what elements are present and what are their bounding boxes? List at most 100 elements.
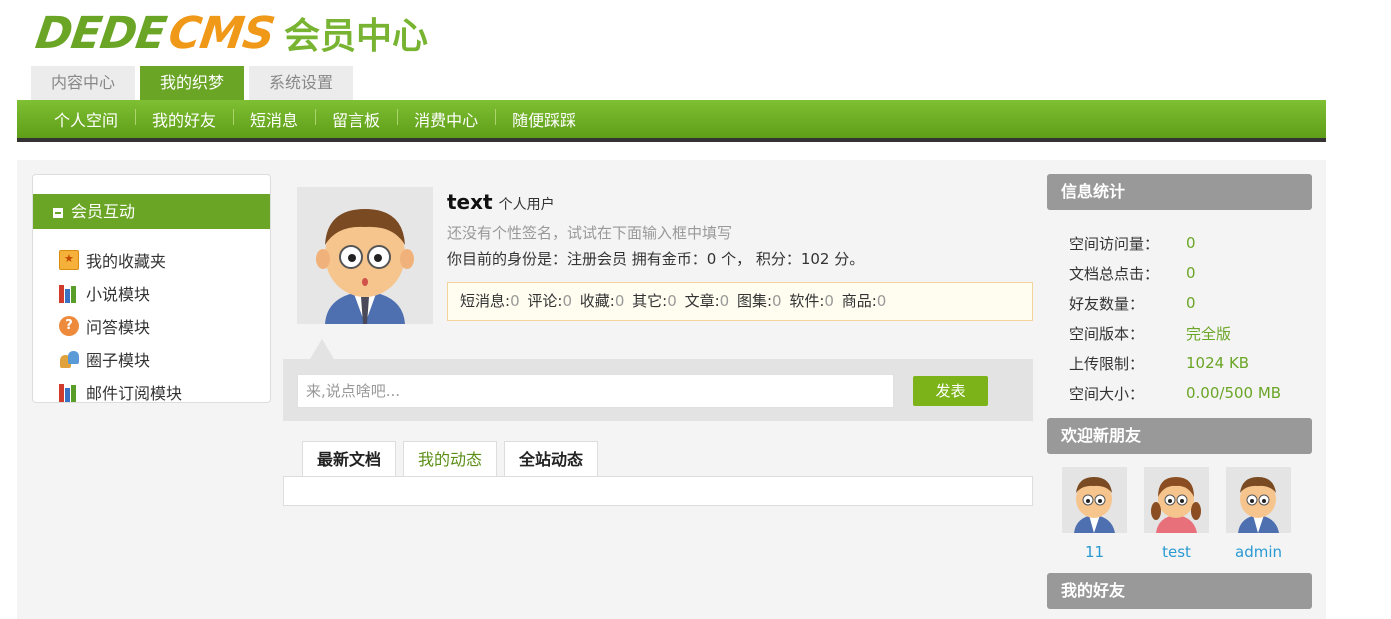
- nav-personal-space[interactable]: 个人空间: [37, 107, 135, 131]
- sidebar-item-novel[interactable]: 小说模块: [59, 276, 182, 309]
- books-icon: [59, 283, 79, 303]
- user-stats: 短消息:0 评论:0 收藏:0 其它:0 文章:0 图集:0 软件:0 商品:0: [447, 282, 1033, 321]
- tab-latest-docs[interactable]: 最新文档: [302, 441, 397, 477]
- books-icon: [59, 382, 79, 402]
- stat-value[interactable]: 0: [510, 292, 520, 310]
- tab-content-center[interactable]: 内容中心: [31, 66, 136, 100]
- friend-name[interactable]: 11: [1062, 543, 1127, 561]
- user-avatar[interactable]: [297, 187, 433, 324]
- post-submit-button[interactable]: 发表: [913, 376, 988, 406]
- username[interactable]: text: [447, 190, 493, 214]
- user-signature: 还没有个性签名，试试在下面输入框中填写: [447, 224, 733, 242]
- info-key: 好友数量：: [1069, 294, 1145, 313]
- info-row: 好友数量： 0: [1069, 288, 1281, 318]
- favorites-folder-icon: [59, 249, 79, 270]
- stat-value[interactable]: 0: [877, 292, 887, 310]
- nav-consume-center[interactable]: 消费中心: [397, 107, 495, 131]
- tab-site-activity[interactable]: 全站动态: [504, 441, 599, 477]
- logo-cms-text: CMS: [165, 7, 278, 59]
- stat-value[interactable]: 0: [824, 292, 834, 310]
- feed-tabs: 最新文档 我的动态 全站动态: [302, 441, 599, 477]
- info-row: 空间大小： 0.00/500 MB: [1069, 378, 1281, 408]
- sidebar-item-label: 邮件订阅模块: [86, 383, 183, 403]
- feed-content: [283, 476, 1033, 506]
- friend-avatar[interactable]: [1144, 467, 1209, 533]
- friend-card[interactable]: test: [1144, 467, 1209, 561]
- info-key: 空间版本：: [1069, 324, 1145, 343]
- tab-system-settings[interactable]: 系统设置: [249, 66, 354, 100]
- info-stats-list: 空间访问量： 0 文档总点击： 0 好友数量： 0 空间版本： 完全版 上传限制： 102…: [1069, 228, 1281, 408]
- nav-messages[interactable]: 短消息: [233, 107, 315, 131]
- sidebar-item-group[interactable]: 圈子模块: [59, 342, 182, 375]
- sidebar-item-mail-subscribe[interactable]: 邮件订阅模块: [59, 375, 182, 408]
- nav-guestbook[interactable]: 留言板: [315, 107, 397, 131]
- sidebar-header[interactable]: 会员互动: [33, 194, 270, 229]
- stat-label: 软件:: [789, 292, 825, 310]
- user-type: 个人用户: [498, 197, 555, 213]
- stat-label: 短消息:: [460, 292, 511, 310]
- nav-browse-random[interactable]: 随便踩踩: [495, 107, 593, 131]
- sidebar-item-favorites[interactable]: 我的收藏夹: [59, 243, 182, 276]
- info-key: 上传限制：: [1069, 354, 1145, 373]
- stat-value[interactable]: 0: [772, 292, 782, 310]
- main-navbar: 个人空间 我的好友 短消息 留言板 消费中心 随便踩踩: [17, 100, 1326, 142]
- tab-my-activity[interactable]: 我的动态: [403, 441, 498, 477]
- stat-label: 商品:: [841, 292, 877, 310]
- sidebar-item-label: 圈子模块: [86, 350, 151, 370]
- sidebar-item-label: 问答模块: [86, 317, 151, 337]
- sidebar-item-label: 我的收藏夹: [86, 251, 167, 271]
- sidebar-item-label: 小说模块: [86, 284, 151, 304]
- info-value: 0: [1186, 234, 1196, 252]
- logo-dede-text: DEDE: [32, 7, 169, 59]
- stat-label: 评论:: [527, 292, 563, 310]
- stat-value[interactable]: 0: [615, 292, 625, 310]
- friend-avatar[interactable]: [1062, 467, 1127, 533]
- logo-member-center-text: 会员中心: [283, 16, 428, 57]
- friend-card[interactable]: 11: [1062, 467, 1127, 561]
- tab-my-dede[interactable]: 我的织梦: [140, 66, 245, 100]
- info-row: 文档总点击： 0: [1069, 258, 1281, 288]
- stat-value[interactable]: 0: [562, 292, 572, 310]
- post-area: 来,说点啥吧... 发表: [283, 339, 1033, 421]
- site-logo[interactable]: DEDE CMS 会员中心: [32, 7, 428, 59]
- info-value: 完全版: [1186, 324, 1232, 343]
- info-row: 空间访问量： 0: [1069, 228, 1281, 258]
- info-value: 0: [1186, 294, 1196, 312]
- stat-value[interactable]: 0: [667, 292, 677, 310]
- friend-name[interactable]: test: [1144, 543, 1209, 561]
- stat-label: 文章:: [684, 292, 720, 310]
- info-row: 空间版本： 完全版: [1069, 318, 1281, 348]
- friend-name[interactable]: admin: [1226, 543, 1291, 561]
- info-value: 0.00/500 MB: [1186, 384, 1282, 402]
- nav-my-friends[interactable]: 我的好友: [135, 107, 233, 131]
- stat-value[interactable]: 0: [720, 292, 730, 310]
- user-name-line: text 个人用户: [447, 190, 555, 214]
- info-key: 文档总点击：: [1069, 264, 1160, 283]
- user-identity: 你目前的身份是：注册会员 拥有金币：0 个， 积分：102 分。: [447, 250, 865, 268]
- group-icon: [59, 349, 79, 369]
- question-icon: ?: [59, 315, 79, 336]
- info-key: 空间大小：: [1069, 384, 1145, 403]
- new-friends-header: 欢迎新朋友: [1047, 418, 1312, 454]
- main-content: 会员互动 我的收藏夹 小说模块 ? 问答模块 圈子模块: [17, 160, 1326, 619]
- my-friends-header: 我的好友: [1047, 573, 1312, 609]
- friend-avatar[interactable]: [1226, 467, 1291, 533]
- post-arrow-decoration: [310, 339, 334, 359]
- new-friends-list: 11 test admin: [1062, 467, 1291, 561]
- sidebar-panel: 会员互动 我的收藏夹 小说模块 ? 问答模块 圈子模块: [32, 174, 271, 403]
- info-value: 0: [1186, 264, 1196, 282]
- stat-label: 收藏:: [579, 292, 615, 310]
- top-tabs: 内容中心 我的织梦 系统设置: [31, 66, 354, 100]
- sidebar-title: 会员互动: [71, 202, 136, 221]
- sidebar-item-qa[interactable]: ? 问答模块: [59, 309, 182, 342]
- stat-label: 其它:: [632, 292, 668, 310]
- info-stats-header: 信息统计: [1047, 174, 1312, 210]
- friend-card[interactable]: admin: [1226, 467, 1291, 561]
- post-input[interactable]: 来,说点啥吧...: [297, 374, 894, 408]
- info-value: 1024 KB: [1186, 354, 1250, 372]
- collapse-icon[interactable]: [53, 207, 63, 218]
- info-row: 上传限制： 1024 KB: [1069, 348, 1281, 378]
- info-key: 空间访问量：: [1069, 234, 1160, 253]
- stat-label: 图集:: [736, 292, 773, 310]
- sidebar-list: 我的收藏夹 小说模块 ? 问答模块 圈子模块 邮件订阅模块: [59, 243, 182, 408]
